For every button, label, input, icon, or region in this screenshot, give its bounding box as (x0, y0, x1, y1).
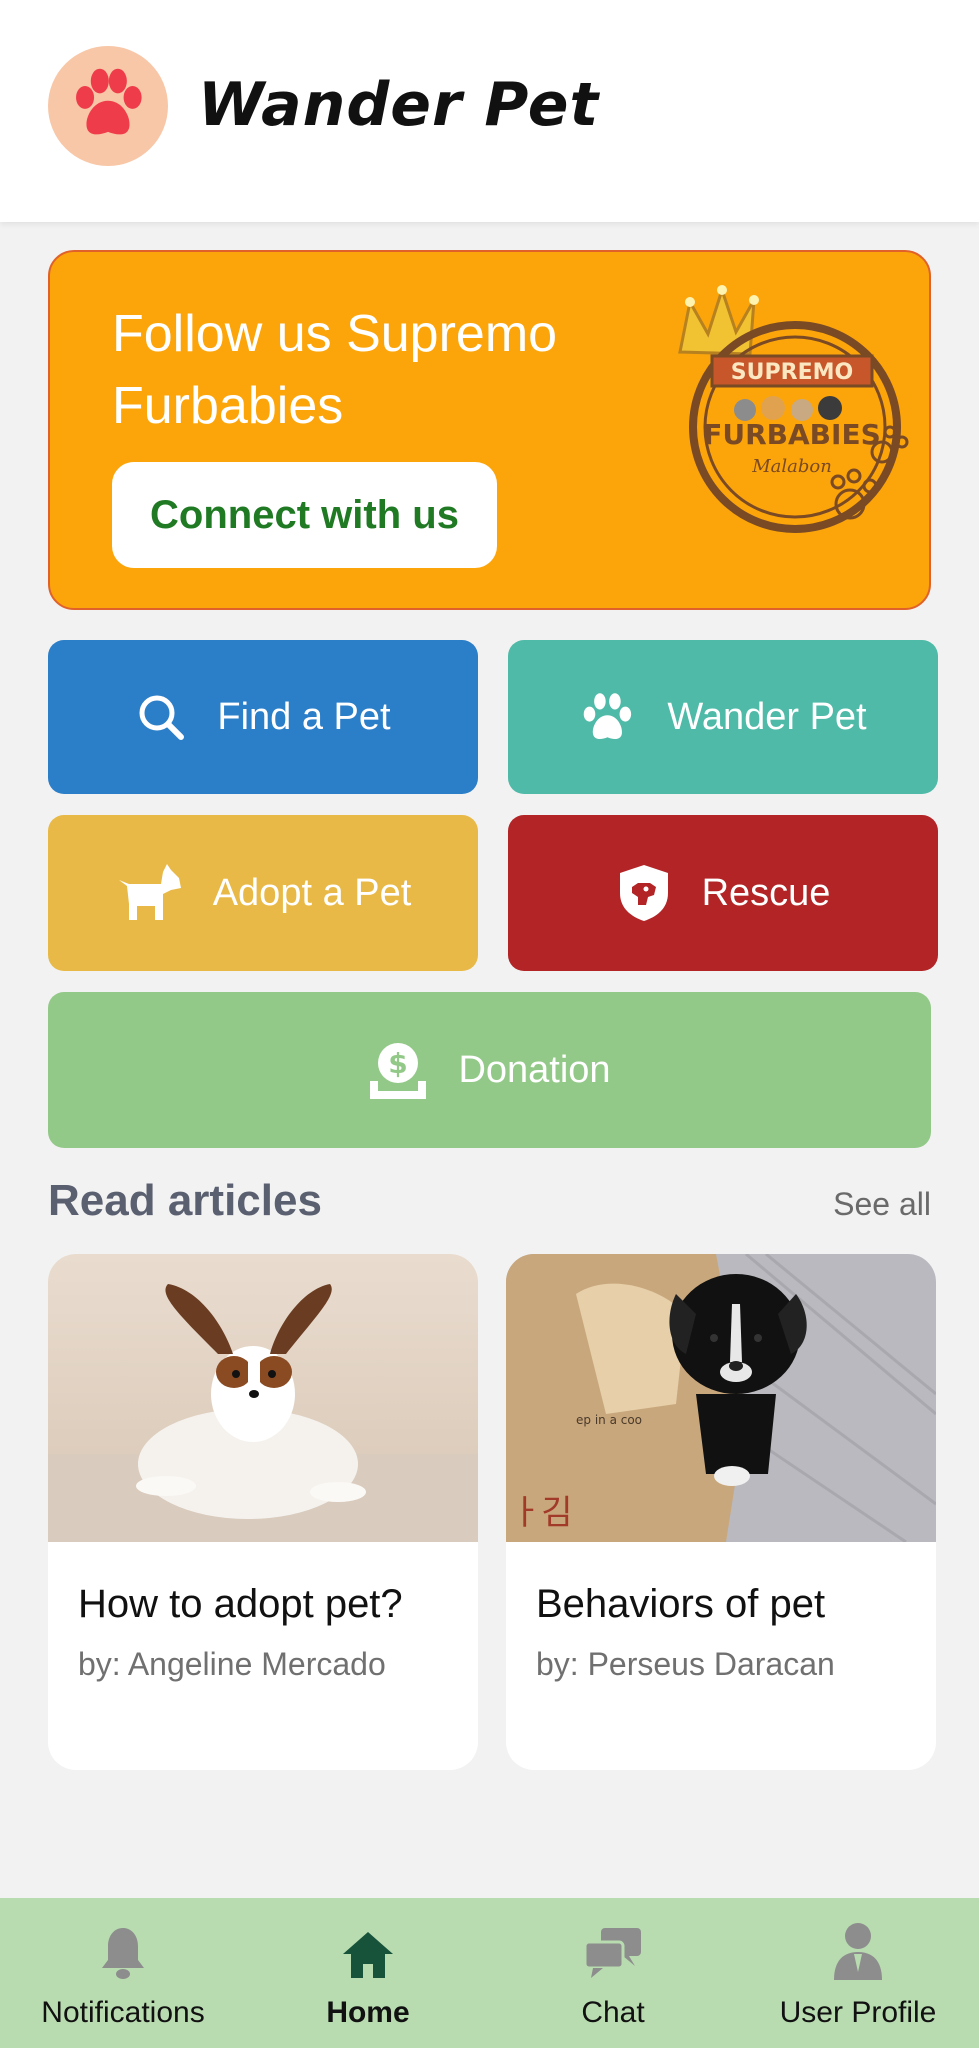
app-title: Wander Pet (198, 70, 600, 140)
svg-text:$: $ (389, 1047, 408, 1080)
banner-title: Follow us Supremo Furbabies (112, 305, 558, 435)
donation-label: Donation (458, 1048, 611, 1091)
shield-dog-icon (616, 863, 672, 923)
nav-chat[interactable]: Chat (493, 1916, 733, 2036)
brand-logo-top-text: SUPREMO (731, 360, 853, 385)
find-a-pet-label: Find a Pet (217, 695, 391, 738)
nav-label: User Profile (779, 1996, 937, 2029)
wander-pet-button[interactable]: Wander Pet (508, 640, 938, 794)
home-icon (341, 1916, 395, 1980)
nav-notifications[interactable]: Notifications (3, 1916, 243, 2036)
article-title: Behaviors of pet (536, 1582, 826, 1626)
bell-icon (100, 1916, 146, 1980)
rescue-button[interactable]: Rescue (508, 815, 938, 971)
read-articles-heading: Read articles (48, 1176, 322, 1225)
nav-label: Home (326, 1996, 410, 2029)
crown-icon (678, 285, 759, 356)
connect-button[interactable]: Connect with us (112, 462, 497, 568)
supremo-furbabies-logo: SUPREMO FURBABIES Malabon (650, 282, 910, 562)
paw-icon (579, 691, 637, 743)
app-header: Wander Pet (0, 0, 979, 222)
search-icon (135, 691, 187, 743)
wander-pet-label: Wander Pet (667, 695, 867, 738)
adopt-a-pet-button[interactable]: Adopt a Pet (48, 815, 478, 971)
nav-label: Notifications (41, 1996, 205, 2029)
see-all-link[interactable]: See all (833, 1186, 931, 1223)
rescue-label: Rescue (701, 871, 831, 914)
chat-icon (583, 1916, 643, 1980)
follow-banner: Follow us Supremo Furbabies Connect with… (48, 250, 931, 610)
dog-icon (115, 864, 183, 922)
article-author: by: Angeline Mercado (78, 1646, 386, 1682)
brand-logo-main-text: FURBABIES (703, 418, 881, 451)
article-image-papillon (48, 1254, 478, 1542)
brand-logo-sub-text: Malabon (751, 456, 832, 477)
article-title: How to adopt pet? (78, 1582, 403, 1626)
nav-user-profile[interactable]: User Profile (738, 1916, 978, 2036)
paw-icon (67, 63, 149, 150)
article-card[interactable]: How to adopt pet? by: Angeline Mercado (48, 1254, 478, 1770)
adopt-a-pet-label: Adopt a Pet (212, 871, 412, 914)
app-logo (48, 46, 168, 166)
nav-home[interactable]: Home (248, 1916, 488, 2036)
article-card[interactable]: ep in a coo ㅏ김 Behaviors of pet by: Pers… (506, 1254, 936, 1770)
find-a-pet-button[interactable]: Find a Pet (48, 640, 478, 794)
box-print-korean-text: ㅏ김 (510, 1493, 573, 1533)
bottom-navigation: Notifications Home Chat User Profile (0, 1898, 979, 2048)
donation-icon: $ (368, 1039, 428, 1101)
article-author: by: Perseus Daracan (536, 1646, 835, 1682)
user-icon (832, 1916, 884, 1980)
donation-button[interactable]: $ Donation (48, 992, 931, 1148)
nav-label: Chat (581, 1996, 645, 2029)
box-print-text: ep in a coo (576, 1413, 642, 1427)
article-image-puppy-box: ep in a coo ㅏ김 (506, 1254, 936, 1542)
